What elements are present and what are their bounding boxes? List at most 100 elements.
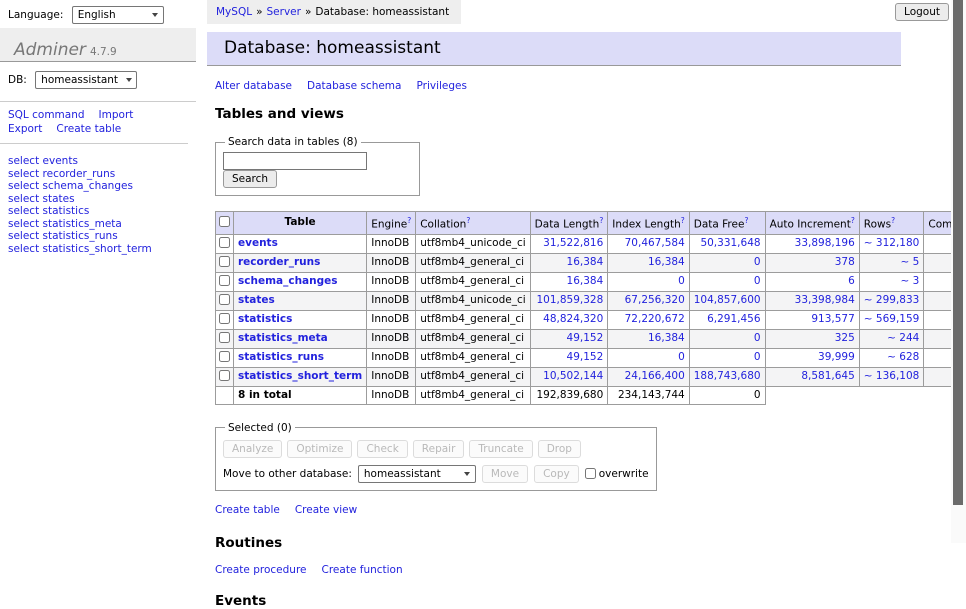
search-input[interactable] xyxy=(223,152,367,170)
data-length-cell-link[interactable]: 49,152 xyxy=(567,332,604,344)
check-button[interactable]: Check xyxy=(357,440,407,458)
row-checkbox[interactable] xyxy=(219,256,230,267)
sidebar-link-select-recorder_runs[interactable]: select recorder_runs xyxy=(8,168,115,180)
sidebar-link-select-events[interactable]: select events xyxy=(8,155,78,167)
table-link-statistics_runs[interactable]: statistics_runs xyxy=(238,351,324,363)
move-database-select[interactable]: homeassistant xyxy=(358,465,476,483)
scrollbar-thumb[interactable] xyxy=(953,0,963,505)
auto-increment-cell-link[interactable]: 33,398,984 xyxy=(795,294,855,306)
data-free-cell-link[interactable]: 188,743,680 xyxy=(694,370,761,382)
sidebar-action-import[interactable]: Import xyxy=(99,109,134,121)
rows-cell-link[interactable]: ~ 569,159 xyxy=(864,313,920,325)
sidebar-link-select-statistics_meta[interactable]: select statistics_meta xyxy=(8,218,122,230)
move-button[interactable]: Move xyxy=(482,465,528,483)
auto-increment-cell-link[interactable]: 33,898,196 xyxy=(795,237,855,249)
column-help-link[interactable]: ? xyxy=(466,216,470,225)
index-length-cell-link[interactable]: 16,384 xyxy=(648,332,685,344)
rows-cell-link[interactable]: ~ 628 xyxy=(887,351,919,363)
auto-increment-cell-link[interactable]: 8,581,645 xyxy=(801,370,854,382)
link-create-view[interactable]: Create view xyxy=(295,504,357,516)
breadcrumb-link[interactable]: MySQL xyxy=(216,6,252,18)
sidebar-link-select-statistics_short_term[interactable]: select statistics_short_term xyxy=(8,243,152,255)
table-link-statistics_short_term[interactable]: statistics_short_term xyxy=(238,370,362,382)
row-checkbox[interactable] xyxy=(219,313,230,324)
sidebar-link-select-schema_changes[interactable]: select schema_changes xyxy=(8,180,133,192)
column-help-link[interactable]: ? xyxy=(599,216,603,225)
rows-cell-link[interactable]: ~ 5 xyxy=(901,256,920,268)
data-free-cell-link[interactable]: 0 xyxy=(754,351,761,363)
data-length-cell-link[interactable]: 31,522,816 xyxy=(543,237,603,249)
link-create-function[interactable]: Create function xyxy=(322,564,403,576)
table-link-states[interactable]: states xyxy=(238,294,275,306)
rows-cell-link[interactable]: ~ 3 xyxy=(901,275,920,287)
column-help-link[interactable]: ? xyxy=(891,216,895,225)
rows-cell-link[interactable]: ~ 136,108 xyxy=(864,370,920,382)
index-length-cell-link[interactable]: 0 xyxy=(678,351,685,363)
db-action-alter-database[interactable]: Alter database xyxy=(215,80,292,92)
auto-increment-cell-link[interactable]: 6 xyxy=(848,275,855,287)
data-free-cell-link[interactable]: 0 xyxy=(754,332,761,344)
data-free-cell-link[interactable]: 6,291,456 xyxy=(707,313,760,325)
copy-button[interactable]: Copy xyxy=(534,465,579,483)
data-free-cell-link[interactable]: 0 xyxy=(754,275,761,287)
data-length-cell-link[interactable]: 49,152 xyxy=(567,351,604,363)
index-length-cell-link[interactable]: 70,467,584 xyxy=(625,237,685,249)
column-help-link[interactable]: ? xyxy=(681,216,685,225)
overwrite-checkbox[interactable] xyxy=(585,468,596,479)
table-link-recorder_runs[interactable]: recorder_runs xyxy=(238,256,320,268)
index-length-cell-link[interactable]: 0 xyxy=(678,275,685,287)
index-length-cell-link[interactable]: 72,220,672 xyxy=(625,313,685,325)
data-length-cell-link[interactable]: 101,859,328 xyxy=(536,294,603,306)
column-help-link[interactable]: ? xyxy=(851,216,855,225)
link-create-procedure[interactable]: Create procedure xyxy=(215,564,307,576)
table-link-events[interactable]: events xyxy=(238,237,278,249)
row-checkbox[interactable] xyxy=(219,275,230,286)
data-length-cell-link[interactable]: 10,502,144 xyxy=(543,370,603,382)
truncate-button[interactable]: Truncate xyxy=(469,440,532,458)
index-length-cell-link[interactable]: 24,166,400 xyxy=(625,370,685,382)
sidebar-action-sql-command[interactable]: SQL command xyxy=(8,109,85,121)
link-create-table[interactable]: Create table xyxy=(215,504,280,516)
row-checkbox[interactable] xyxy=(219,351,230,362)
data-length-cell-link[interactable]: 16,384 xyxy=(567,256,604,268)
auto-increment-cell-link[interactable]: 325 xyxy=(835,332,855,344)
index-length-cell-link[interactable]: 16,384 xyxy=(648,256,685,268)
drop-button[interactable]: Drop xyxy=(538,440,581,458)
rows-cell-link[interactable]: ~ 312,180 xyxy=(864,237,920,249)
search-button[interactable]: Search xyxy=(223,170,277,188)
auto-increment-cell-link[interactable]: 378 xyxy=(835,256,855,268)
data-free-cell-link[interactable]: 104,857,600 xyxy=(694,294,761,306)
breadcrumb-link[interactable]: Server xyxy=(267,6,301,18)
sidebar-action-export[interactable]: Export xyxy=(8,123,42,135)
auto-increment-cell-link[interactable]: 39,999 xyxy=(818,351,855,363)
sidebar-link-select-states[interactable]: select states xyxy=(8,193,75,205)
auto-increment-cell-link[interactable]: 913,577 xyxy=(811,313,854,325)
column-help-link[interactable]: ? xyxy=(744,216,748,225)
sidebar-link-select-statistics_runs[interactable]: select statistics_runs xyxy=(8,230,118,242)
column-help-link[interactable]: ? xyxy=(407,216,411,225)
sidebar-link-select-statistics[interactable]: select statistics xyxy=(8,205,89,217)
sidebar-action-create-table[interactable]: Create table xyxy=(56,123,121,135)
analyze-button[interactable]: Analyze xyxy=(223,440,282,458)
optimize-button[interactable]: Optimize xyxy=(287,440,352,458)
row-checkbox[interactable] xyxy=(219,370,230,381)
rows-cell-link[interactable]: ~ 244 xyxy=(887,332,919,344)
data-free-cell-link[interactable]: 0 xyxy=(754,256,761,268)
db-action-privileges[interactable]: Privileges xyxy=(416,80,467,92)
data-length-cell-link[interactable]: 48,824,320 xyxy=(543,313,603,325)
table-link-schema_changes[interactable]: schema_changes xyxy=(238,275,338,287)
scrollbar[interactable] xyxy=(951,0,966,543)
logout-button[interactable]: Logout xyxy=(895,3,949,21)
rows-cell-link[interactable]: ~ 299,833 xyxy=(864,294,920,306)
table-link-statistics_meta[interactable]: statistics_meta xyxy=(238,332,328,344)
data-free-cell-link[interactable]: 50,331,648 xyxy=(700,237,760,249)
repair-button[interactable]: Repair xyxy=(413,440,465,458)
row-checkbox[interactable] xyxy=(219,237,230,248)
row-checkbox[interactable] xyxy=(219,332,230,343)
db-select[interactable]: homeassistant xyxy=(35,71,137,89)
language-select[interactable]: English xyxy=(72,6,164,24)
data-length-cell-link[interactable]: 16,384 xyxy=(567,275,604,287)
select-all-checkbox[interactable] xyxy=(219,216,230,227)
db-action-database-schema[interactable]: Database schema xyxy=(307,80,401,92)
row-checkbox[interactable] xyxy=(219,294,230,305)
